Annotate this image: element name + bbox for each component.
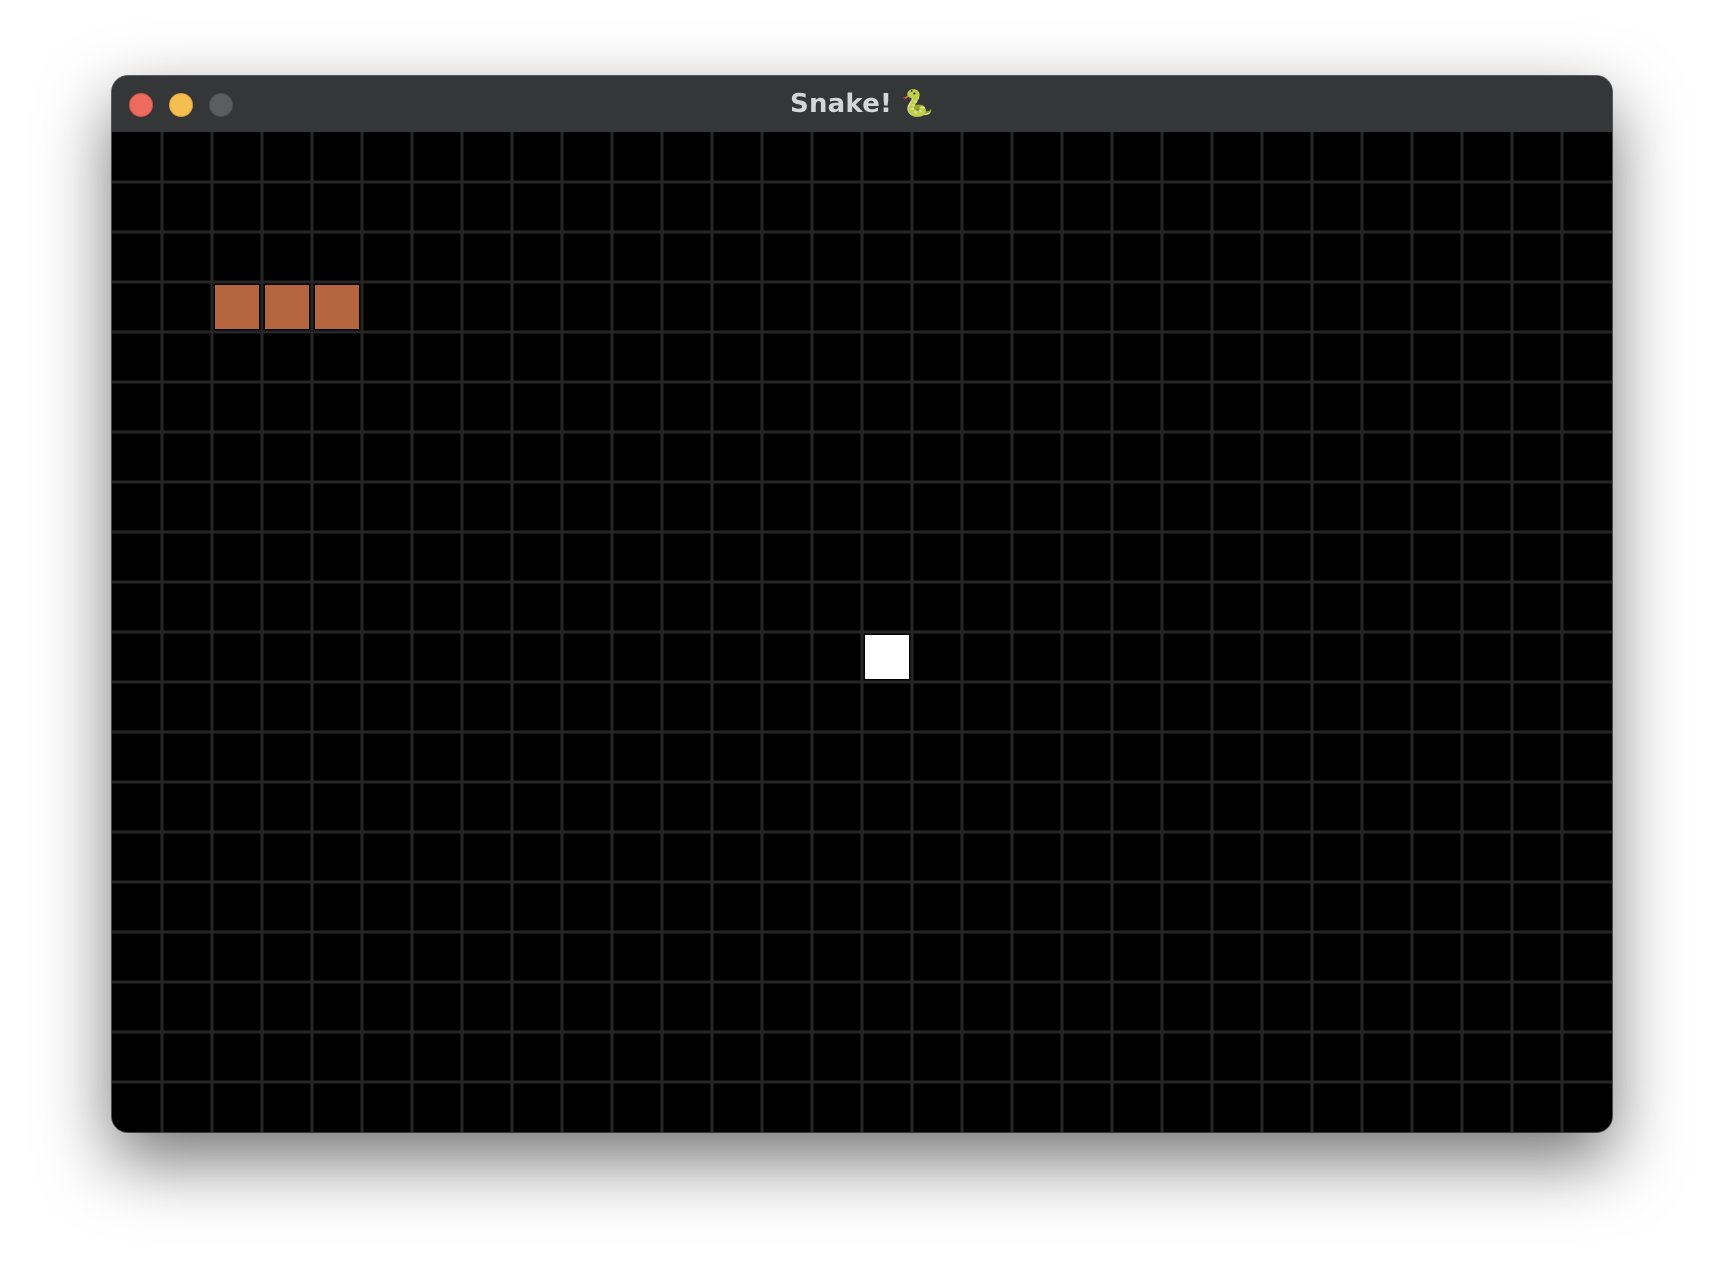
snake-segment xyxy=(265,285,309,329)
game-window: Snake! 🐍 xyxy=(112,76,1612,1132)
snake xyxy=(215,285,359,329)
title-bar[interactable]: Snake! 🐍 xyxy=(112,76,1612,133)
snake-head xyxy=(315,285,359,329)
food-pellet xyxy=(865,635,909,679)
grid-lines xyxy=(112,132,1612,1132)
game-board-canvas xyxy=(112,132,1612,1132)
snake-segment xyxy=(215,285,259,329)
window-title: Snake! 🐍 xyxy=(790,89,934,119)
game-board[interactable] xyxy=(112,132,1612,1132)
